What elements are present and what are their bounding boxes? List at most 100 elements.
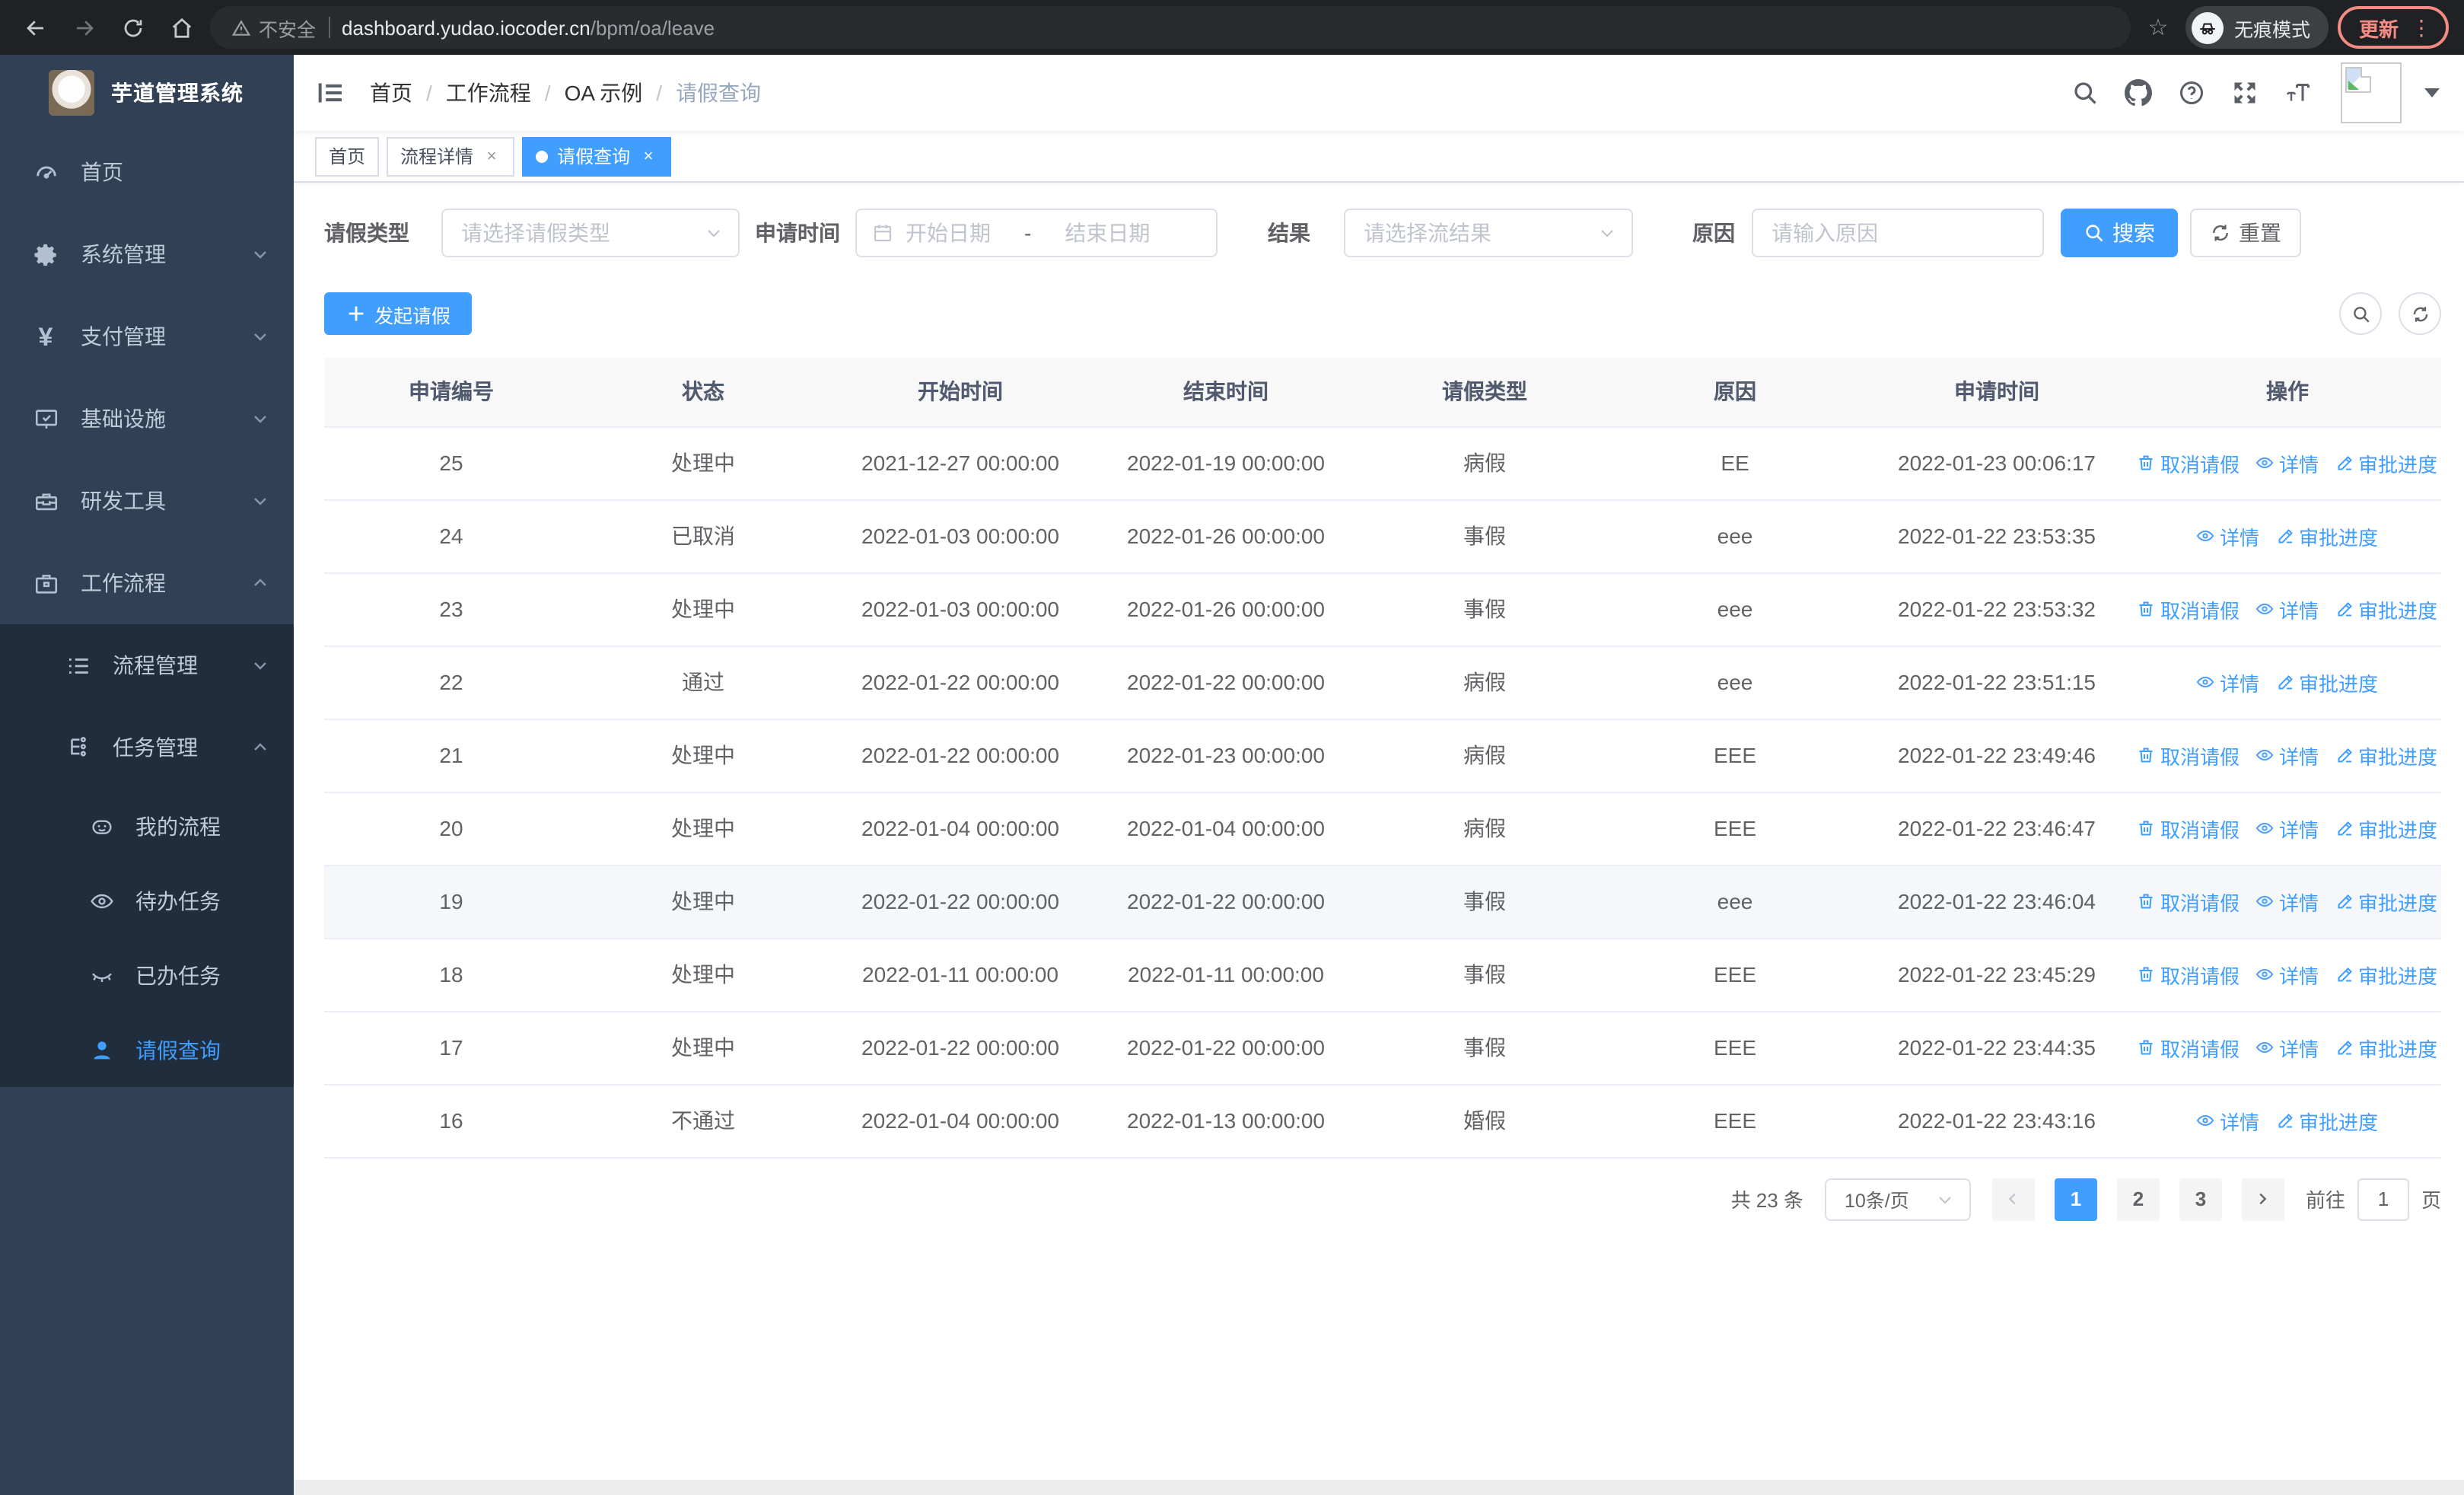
- cancel-action-link[interactable]: 取消请假: [2138, 887, 2240, 916]
- cell-start: 2022-01-04 00:00:00: [828, 1084, 1093, 1158]
- sidebar-item-payment[interactable]: ¥ 支付管理: [0, 295, 294, 378]
- detail-action-link[interactable]: 详情: [2256, 448, 2319, 477]
- table-row[interactable]: 23 处理中 2022-01-03 00:00:00 2022-01-26 00:00…: [324, 572, 2441, 646]
- sidebar-item-devtools[interactable]: 研发工具: [0, 460, 294, 542]
- col-apply-id: 申请编号: [324, 358, 578, 427]
- browser-menu-icon[interactable]: [2411, 14, 2432, 40]
- home-icon[interactable]: [161, 8, 201, 47]
- leave-type-select[interactable]: 请选择请假类型: [441, 209, 740, 257]
- refresh-table-button[interactable]: [2399, 292, 2441, 335]
- cell-applied: 2022-01-22 23:46:47: [1860, 792, 2134, 865]
- forward-icon[interactable]: [64, 8, 103, 47]
- avatar[interactable]: [2341, 62, 2402, 123]
- detail-action-link[interactable]: 详情: [2256, 594, 2319, 623]
- delete-icon: [2138, 1038, 2156, 1057]
- detail-action-link[interactable]: 详情: [2256, 887, 2319, 916]
- page-size-select[interactable]: 10条/页: [1824, 1178, 1971, 1220]
- page-button-3[interactable]: 3: [2179, 1178, 2222, 1220]
- cancel-action-link[interactable]: 取消请假: [2138, 594, 2240, 623]
- detail-action-link[interactable]: 详情: [2197, 668, 2259, 696]
- delete-icon: [2138, 454, 2156, 472]
- sidebar-item-todo-tasks[interactable]: 待办任务: [0, 863, 294, 938]
- reload-icon[interactable]: [113, 8, 152, 47]
- avatar-caret-icon[interactable]: [2424, 88, 2440, 97]
- font-size-icon[interactable]: [2278, 73, 2318, 113]
- sidebar-item-system[interactable]: 系统管理: [0, 213, 294, 295]
- sidebar-item-task-mgmt[interactable]: 任务管理: [0, 706, 294, 789]
- progress-action-link[interactable]: 审批进度: [2335, 1033, 2437, 1062]
- github-icon[interactable]: [2119, 73, 2158, 113]
- sidebar-item-home[interactable]: 首页: [0, 131, 294, 213]
- help-icon[interactable]: [2172, 73, 2211, 113]
- search-toggle-button[interactable]: [2339, 292, 2382, 335]
- url-bar[interactable]: 不安全 dashboard.yudao.iocoder.cn/bpm/oa/le…: [210, 6, 2131, 49]
- detail-action-link[interactable]: 详情: [2197, 1106, 2259, 1135]
- progress-action-link[interactable]: 审批进度: [2276, 1106, 2378, 1135]
- cancel-action-link[interactable]: 取消请假: [2138, 1033, 2240, 1062]
- table-row[interactable]: 18 处理中 2022-01-11 00:00:00 2022-01-11 00:00…: [324, 938, 2441, 1012]
- table-row[interactable]: 25 处理中 2021-12-27 00:00:00 2022-01-19 00:00…: [324, 426, 2441, 500]
- breadcrumb-oa-example[interactable]: OA 示例: [565, 78, 643, 108]
- sidebar-item-workflow[interactable]: 工作流程: [0, 542, 294, 624]
- tag-home[interactable]: 首页: [315, 136, 380, 176]
- breadcrumb-workflow[interactable]: 工作流程: [446, 78, 531, 108]
- cancel-action-link[interactable]: 取消请假: [2138, 448, 2240, 477]
- table-row[interactable]: 21 处理中 2022-01-22 00:00:00 2022-01-23 00:00…: [324, 719, 2441, 792]
- cancel-action-link[interactable]: 取消请假: [2138, 960, 2240, 989]
- sidebar-item-my-process[interactable]: 我的流程: [0, 789, 294, 863]
- cancel-action-link[interactable]: 取消请假: [2138, 814, 2240, 843]
- progress-action-link[interactable]: 审批进度: [2335, 814, 2437, 843]
- browser-update-button[interactable]: 更新: [2337, 6, 2449, 49]
- reset-button[interactable]: 重置: [2190, 209, 2301, 257]
- prev-page-button[interactable]: [1991, 1178, 2035, 1220]
- reason-input[interactable]: [1772, 221, 2024, 245]
- result-select[interactable]: 请选择流结果: [1344, 209, 1633, 257]
- table-row[interactable]: 17 处理中 2022-01-22 00:00:00 2022-01-22 00:00…: [324, 1011, 2441, 1085]
- close-icon[interactable]: [639, 147, 657, 165]
- search-icon[interactable]: [2065, 73, 2105, 113]
- chevron-up-icon: [251, 738, 269, 757]
- close-icon[interactable]: [482, 147, 501, 165]
- cell-type: 事假: [1359, 572, 1610, 646]
- search-button[interactable]: 搜索: [2061, 209, 2178, 257]
- progress-action-link[interactable]: 审批进度: [2276, 668, 2378, 696]
- detail-action-link[interactable]: 详情: [2256, 741, 2319, 770]
- not-secure-warning[interactable]: 不安全: [231, 13, 316, 42]
- page-button-2[interactable]: 2: [2116, 1178, 2160, 1220]
- table-row[interactable]: 22 通过 2022-01-22 00:00:00 2022-01-22 00:00:…: [324, 645, 2441, 719]
- breadcrumb-home[interactable]: 首页: [370, 78, 412, 108]
- cancel-action-link[interactable]: 取消请假: [2138, 741, 2240, 770]
- sidebar-item-infrastructure[interactable]: 基础设施: [0, 378, 294, 460]
- col-end-time: 结束时间: [1093, 358, 1359, 427]
- progress-action-link[interactable]: 审批进度: [2335, 960, 2437, 989]
- sidebar-item-process-mgmt[interactable]: 流程管理: [0, 624, 294, 706]
- detail-action-link[interactable]: 详情: [2197, 521, 2259, 550]
- sidebar-logo[interactable]: 芋道管理系统: [0, 55, 294, 131]
- table-row[interactable]: 24 已取消 2022-01-03 00:00:00 2022-01-26 00:00…: [324, 499, 2441, 573]
- sidebar-item-done-tasks[interactable]: 已办任务: [0, 938, 294, 1012]
- table-row[interactable]: 16 不通过 2022-01-04 00:00:00 2022-01-13 00:00…: [324, 1084, 2441, 1158]
- detail-action-link[interactable]: 详情: [2256, 814, 2319, 843]
- progress-action-link[interactable]: 审批进度: [2276, 521, 2378, 550]
- tag-leave-query[interactable]: 请假查询: [522, 136, 672, 176]
- back-icon[interactable]: [15, 8, 55, 47]
- create-leave-button[interactable]: 发起请假: [324, 292, 473, 335]
- sidebar-collapse-icon[interactable]: [315, 78, 345, 108]
- goto-page-input[interactable]: [2357, 1178, 2409, 1220]
- fullscreen-icon[interactable]: [2225, 73, 2265, 113]
- progress-action-link[interactable]: 审批进度: [2335, 594, 2437, 623]
- page-button-1[interactable]: 1: [2054, 1178, 2097, 1220]
- progress-action-link[interactable]: 审批进度: [2335, 887, 2437, 916]
- progress-action-link[interactable]: 审批进度: [2335, 741, 2437, 770]
- progress-action-link[interactable]: 审批进度: [2335, 448, 2437, 477]
- table-row[interactable]: 20 处理中 2022-01-04 00:00:00 2022-01-04 00:00…: [324, 792, 2441, 865]
- detail-action-link[interactable]: 详情: [2256, 1033, 2319, 1062]
- tag-process-detail[interactable]: 流程详情: [387, 136, 515, 176]
- table-row[interactable]: 19 处理中 2022-01-22 00:00:00 2022-01-22 00:00…: [324, 865, 2441, 939]
- horizontal-scrollbar[interactable]: [294, 1480, 2464, 1495]
- sidebar-item-leave-query[interactable]: 请假查询: [0, 1012, 294, 1087]
- bookmark-star-icon[interactable]: [2140, 14, 2176, 41]
- apply-time-range-picker[interactable]: 开始日期 - 结束日期: [855, 209, 1218, 257]
- next-page-button[interactable]: [2241, 1178, 2284, 1220]
- detail-action-link[interactable]: 详情: [2256, 960, 2319, 989]
